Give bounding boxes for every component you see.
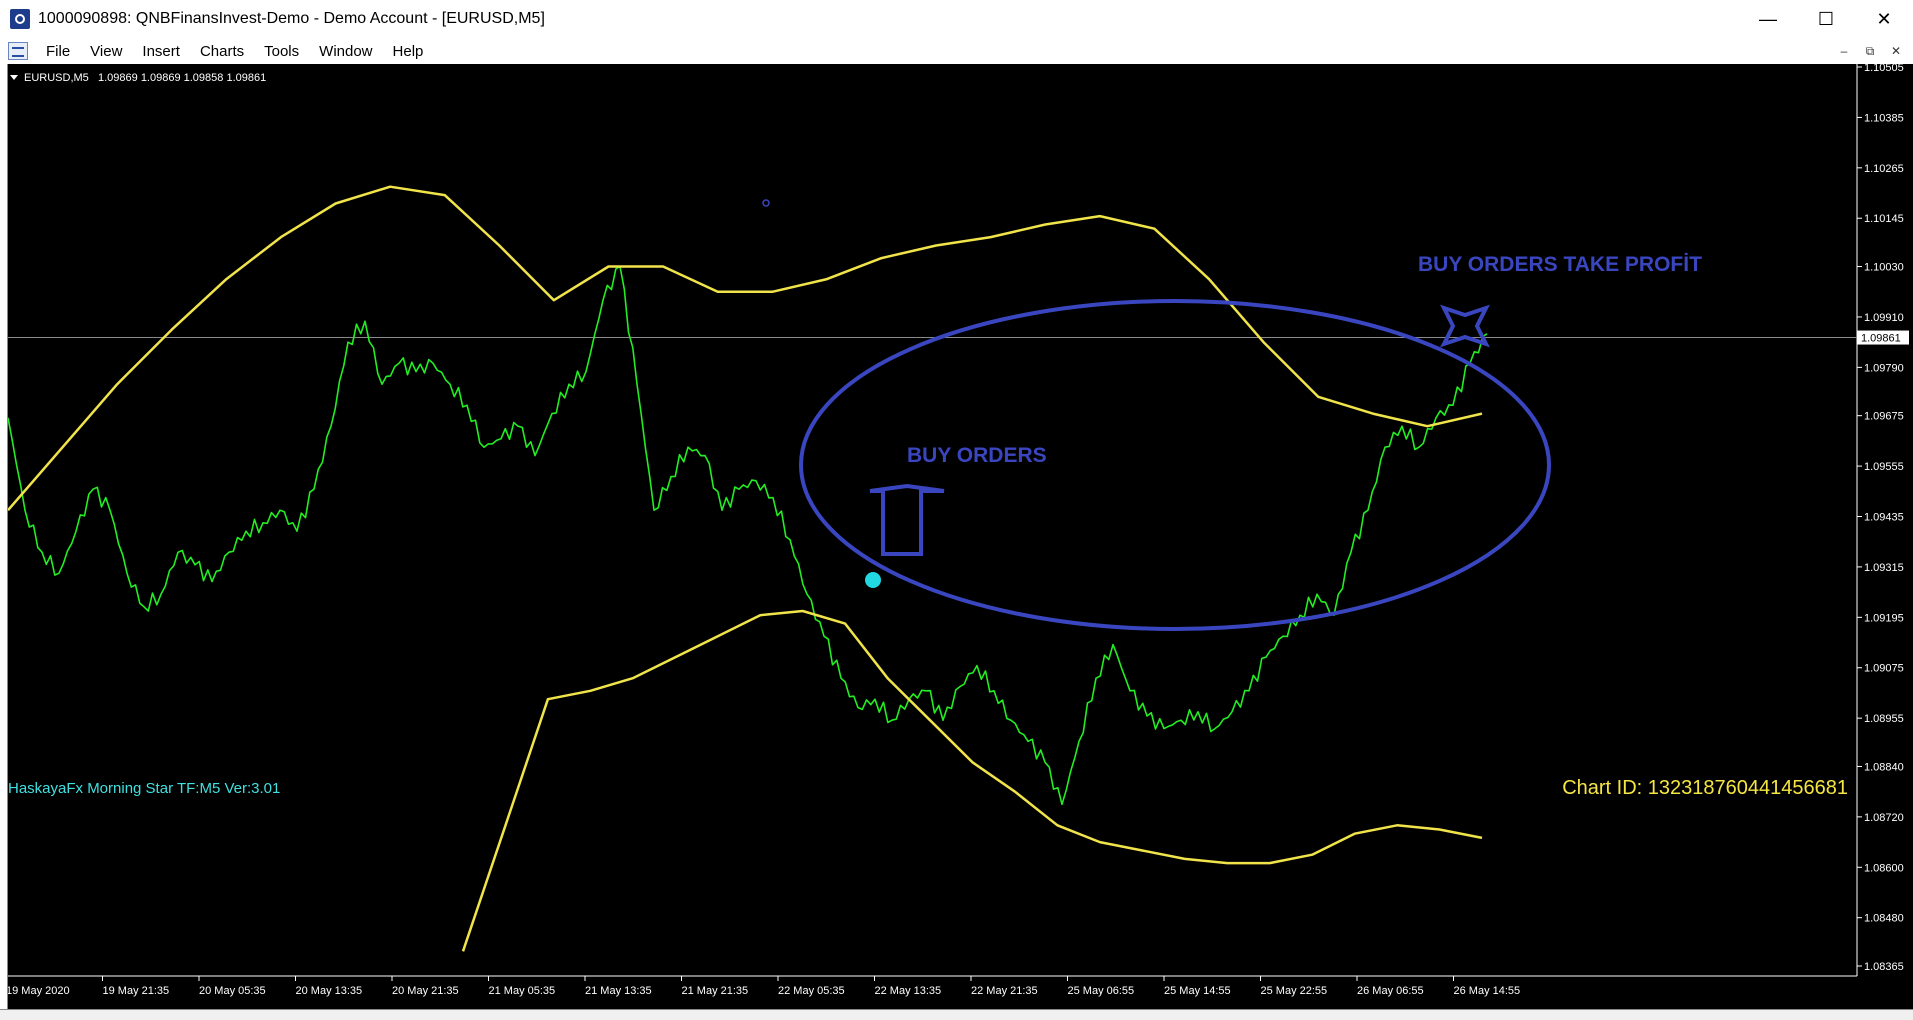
price-tick-label: 1.09555 bbox=[1864, 461, 1904, 473]
mdi-close-button[interactable]: ✕ bbox=[1883, 44, 1909, 58]
mdi-minimize-button[interactable]: – bbox=[1831, 44, 1857, 58]
signal-dot-icon bbox=[865, 572, 881, 588]
current-price-label: 1.09861 bbox=[1861, 333, 1901, 345]
status-strip bbox=[0, 1009, 1913, 1020]
indicator-label: HaskayaFx Morning Star TF:M5 Ver:3.01 bbox=[8, 780, 280, 797]
time-tick-label: 20 May 13:35 bbox=[296, 985, 363, 997]
time-tick-label: 22 May 21:35 bbox=[971, 985, 1038, 997]
price-tick-label: 1.09195 bbox=[1864, 612, 1904, 624]
price-tick-label: 1.08365 bbox=[1864, 961, 1904, 973]
buy-orders-annotation: BUY ORDERS bbox=[907, 444, 1047, 467]
menu-help[interactable]: Help bbox=[383, 43, 434, 60]
chart-area[interactable]: 1.10505 1.10385 1.10265 1.10145 1.10030 1.099… bbox=[0, 62, 1913, 1009]
menu-view[interactable]: View bbox=[80, 43, 132, 60]
time-tick-label: 26 May 06:55 bbox=[1357, 985, 1424, 997]
close-button[interactable]: ✕ bbox=[1855, 0, 1913, 38]
current-price-tag: 1.09861 bbox=[1857, 330, 1909, 345]
price-tick-label: 1.10030 bbox=[1864, 262, 1904, 274]
chart-id-label: Chart ID: 132318760441456681 bbox=[1562, 777, 1848, 799]
time-tick-label: 20 May 21:35 bbox=[392, 985, 459, 997]
menu-charts[interactable]: Charts bbox=[190, 43, 254, 60]
ohlc-label: 1.09869 1.09869 1.09858 1.09861 bbox=[98, 72, 266, 84]
left-window-border bbox=[0, 64, 8, 1009]
time-tick-label: 25 May 22:55 bbox=[1261, 985, 1328, 997]
price-tick-label: 1.08480 bbox=[1864, 913, 1904, 925]
time-tick-label: 26 May 14:55 bbox=[1454, 985, 1521, 997]
maximize-button[interactable]: ☐ bbox=[1797, 0, 1855, 38]
menu-bar: File View Insert Charts Tools Window Hel… bbox=[0, 38, 1913, 65]
chart-background bbox=[0, 64, 1913, 1009]
time-tick-label: 21 May 13:35 bbox=[585, 985, 652, 997]
chart-window-icon[interactable] bbox=[8, 42, 28, 60]
time-tick-label: 19 May 2020 bbox=[6, 985, 70, 997]
chart-canvas[interactable]: 1.10505 1.10385 1.10265 1.10145 1.10030 1.099… bbox=[0, 62, 1913, 1009]
time-tick-label: 25 May 14:55 bbox=[1164, 985, 1231, 997]
time-tick-label: 22 May 13:35 bbox=[875, 985, 942, 997]
price-tick-label: 1.08955 bbox=[1864, 713, 1904, 725]
minimize-button[interactable]: — bbox=[1739, 0, 1797, 38]
menu-window[interactable]: Window bbox=[309, 43, 382, 60]
price-tick-label: 1.09675 bbox=[1864, 411, 1904, 423]
price-tick-label: 1.09435 bbox=[1864, 512, 1904, 524]
window-controls: — ☐ ✕ bbox=[1739, 0, 1913, 38]
title-bar: 1000090898: QNBFinansInvest-Demo - Demo … bbox=[0, 0, 1913, 39]
time-tick-label: 25 May 06:55 bbox=[1068, 985, 1135, 997]
price-tick-label: 1.08720 bbox=[1864, 812, 1904, 824]
menu-tools[interactable]: Tools bbox=[254, 43, 309, 60]
mdi-restore-button[interactable]: ⧉ bbox=[1857, 44, 1883, 59]
price-tick-label: 1.08840 bbox=[1864, 761, 1904, 773]
price-tick-label: 1.09910 bbox=[1864, 312, 1904, 324]
app-logo-icon bbox=[10, 9, 30, 29]
take-profit-annotation: BUY ORDERS TAKE PROFİT bbox=[1418, 253, 1702, 276]
chart-header: EURUSD,M5 1.09869 1.09869 1.09858 1.0986… bbox=[10, 72, 266, 84]
mdi-controls: – ⧉ ✕ bbox=[1831, 38, 1909, 64]
price-tick-label: 1.10265 bbox=[1864, 163, 1904, 175]
menu-file[interactable]: File bbox=[36, 43, 80, 60]
time-tick-label: 21 May 21:35 bbox=[682, 985, 749, 997]
price-tick-label: 1.08600 bbox=[1864, 862, 1904, 874]
price-tick-label: 1.09790 bbox=[1864, 362, 1904, 374]
price-tick-label: 1.09315 bbox=[1864, 562, 1904, 574]
symbol-label: EURUSD,M5 bbox=[24, 72, 89, 84]
price-tick-label: 1.09075 bbox=[1864, 663, 1904, 675]
time-tick-label: 19 May 21:35 bbox=[103, 985, 170, 997]
time-tick-label: 22 May 05:35 bbox=[778, 985, 845, 997]
time-tick-label: 21 May 05:35 bbox=[489, 985, 556, 997]
time-tick-label: 20 May 05:35 bbox=[199, 985, 266, 997]
menu-insert[interactable]: Insert bbox=[132, 43, 190, 60]
price-tick-label: 1.10385 bbox=[1864, 112, 1904, 124]
price-tick-label: 1.10145 bbox=[1864, 213, 1904, 225]
window-title: 1000090898: QNBFinansInvest-Demo - Demo … bbox=[38, 10, 545, 27]
price-tick-label: 1.10505 bbox=[1864, 64, 1904, 74]
